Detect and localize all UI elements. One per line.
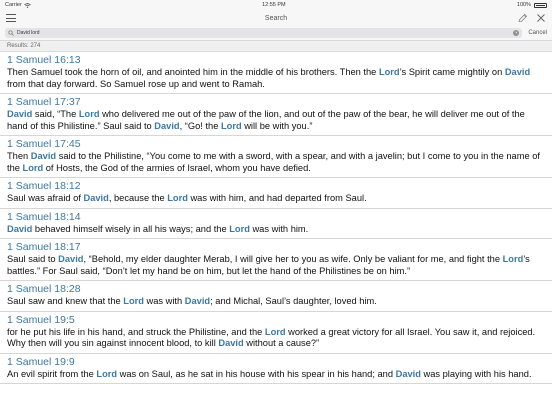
verse-reference: 1 Samuel 19:9 (7, 355, 75, 368)
verse-text: Saul was afraid of David, because the Lo… (7, 193, 545, 205)
status-right: 100% (517, 2, 547, 8)
verse-fragment: was playing with his hand. (420, 368, 532, 379)
verse-text: Then Samuel took the horn of oil, and an… (7, 67, 545, 90)
verse-fragment: , because the (108, 193, 168, 203)
list-item[interactable]: 1 Samuel 17:37 David said, “The Lord who … (0, 94, 552, 136)
verse-fragment: Saul saw and knew that the (7, 296, 124, 306)
carrier-label: Carrier (5, 2, 22, 8)
results-count: Results: 274 (0, 41, 552, 52)
highlighted-term: David (218, 338, 244, 348)
verse-fragment: Then (7, 151, 31, 161)
battery-icon (534, 2, 547, 8)
status-time: 12:55 PM (262, 2, 286, 8)
highlighted-term: Lord (229, 223, 250, 234)
verse-reference: 1 Samuel 17:37 (7, 96, 81, 108)
battery-percent: 100% (516, 2, 531, 8)
verse-fragment: for he put his life in his hand, and str… (7, 326, 265, 337)
verse-reference: 1 Samuel 18:12 (7, 180, 81, 192)
highlighted-term: Lord (167, 193, 188, 203)
verse-fragment: Then Samuel took the horn of oil, and an… (7, 67, 379, 77)
results-list: 1 Samuel 16:13 Then Samuel took the horn … (0, 52, 552, 384)
verse-fragment: ; and Michal, Saul’s daughter, loved him… (210, 296, 377, 306)
verse-reference: 1 Samuel 19:5 (7, 313, 75, 326)
verse-fragment: will be with you.” (241, 120, 313, 131)
verse-text: An evil spirit from the Lord was on Saul… (7, 369, 545, 381)
verse-text: David said, “The Lord who delivered me o… (7, 109, 545, 132)
verse-fragment: ’s Spirit came mightily on (399, 67, 505, 77)
search-icon (8, 30, 14, 36)
verse-fragment: was with (143, 296, 185, 306)
page-title: Search (264, 14, 288, 22)
list-item[interactable]: 1 Samuel 16:13 Then Samuel took the horn … (0, 52, 552, 94)
search-input[interactable]: David lord × (5, 28, 523, 38)
list-item[interactable]: 1 Samuel 19:5 for he put his life in his … (0, 312, 552, 354)
edit-icon[interactable] (518, 13, 528, 23)
highlighted-term: David (504, 67, 531, 77)
verse-fragment: was on Saul, as he sat in his house with… (117, 368, 396, 379)
verse-fragment: of Hosts, the God of the armies of Israe… (43, 162, 311, 173)
highlighted-term: David (83, 193, 109, 203)
highlighted-term: Lord (220, 120, 242, 131)
verse-fragment: Saul was afraid of (7, 193, 84, 203)
verse-reference: 1 Samuel 16:13 (7, 54, 81, 66)
search-query: David lord (17, 30, 40, 36)
highlighted-term: Lord (378, 67, 400, 77)
status-left: Carrier (5, 2, 31, 8)
highlighted-term: David (395, 368, 421, 379)
close-icon[interactable] (536, 13, 546, 23)
verse-fragment: from that day forward. So Samuel rose up… (7, 78, 265, 89)
status-bar: Carrier 12:55 PM 100% (0, 0, 552, 10)
navigation-bar: Search (0, 10, 552, 26)
highlighted-term: David (154, 120, 180, 131)
highlighted-term: Lord (78, 109, 100, 119)
list-item[interactable]: 1 Samuel 19:9 An evil spirit from the Lor… (0, 354, 552, 384)
verse-reference: 1 Samuel 18:28 (7, 283, 81, 295)
verse-fragment: An evil spirit from the (7, 368, 97, 379)
search-row: David lord × Cancel (0, 26, 552, 41)
verse-fragment: was with him. (249, 223, 309, 234)
nav-actions (518, 13, 546, 23)
verse-text: David behaved himself wisely in all his … (7, 224, 545, 236)
verse-fragment: Saul said to (7, 254, 59, 264)
verse-text: Saul said to David, “Behold, my elder da… (7, 254, 545, 277)
highlighted-term: Lord (22, 162, 44, 173)
verse-fragment: said, “The (32, 109, 79, 119)
highlighted-term: David (7, 223, 33, 234)
verse-text: Saul saw and knew that the Lord was with… (7, 296, 545, 308)
verse-fragment: , “Behold, my elder daughter Merab, I wi… (83, 254, 503, 264)
clear-icon[interactable]: × (513, 30, 520, 36)
verse-text: for he put his life in his hand, and str… (7, 327, 545, 350)
list-item[interactable]: 1 Samuel 18:28 Saul saw and knew that the… (0, 281, 552, 312)
verse-fragment: behaved himself wisely in all his ways; … (32, 223, 230, 234)
highlighted-term: David (7, 109, 33, 119)
verse-fragment: was with him, and had departed from Saul… (187, 193, 367, 203)
highlighted-term: Lord (264, 326, 286, 337)
menu-icon[interactable] (6, 14, 16, 22)
list-item[interactable]: 1 Samuel 18:14 David behaved himself wise… (0, 209, 552, 239)
wifi-icon (24, 2, 31, 8)
highlighted-term: Lord (123, 296, 144, 306)
highlighted-term: David (184, 296, 211, 306)
verse-fragment: , “Go! the (179, 120, 221, 131)
list-item[interactable]: 1 Samuel 18:12 Saul was afraid of David, … (0, 178, 552, 209)
highlighted-term: David (58, 254, 84, 264)
verse-reference: 1 Samuel 17:45 (7, 138, 81, 150)
verse-text: Then David said to the Philistine, “You … (7, 151, 545, 174)
verse-reference: 1 Samuel 18:14 (7, 210, 81, 223)
verse-reference: 1 Samuel 18:17 (7, 241, 81, 253)
verse-fragment: without a cause?” (243, 338, 320, 348)
highlighted-term: Lord (502, 254, 524, 264)
list-item[interactable]: 1 Samuel 17:45 Then David said to the Phi… (0, 136, 552, 178)
cancel-button[interactable]: Cancel (528, 30, 547, 36)
highlighted-term: Lord (96, 368, 118, 379)
highlighted-term: David (30, 151, 57, 161)
list-item[interactable]: 1 Samuel 18:17 Saul said to David, “Behol… (0, 239, 552, 281)
